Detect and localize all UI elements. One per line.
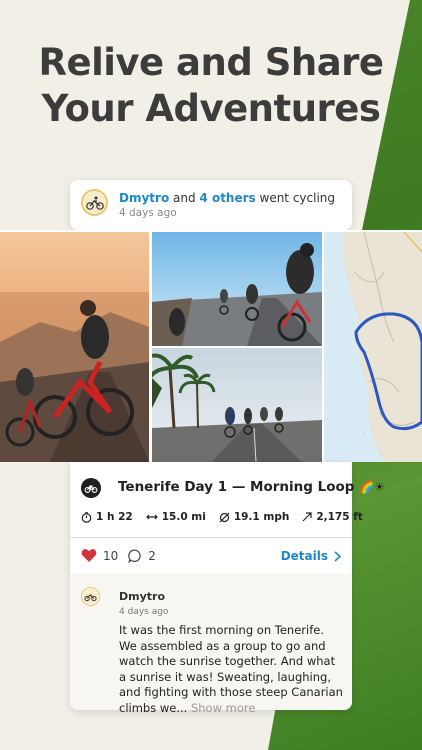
comment-count[interactable]: 2: [148, 549, 156, 563]
divider: [70, 537, 352, 538]
stat-speed-value: 19.1 mph: [233, 511, 290, 523]
user-link[interactable]: Dmytro: [119, 191, 169, 205]
ride-title-text: Tenerife Day 1 — Morning Loop: [118, 479, 355, 495]
chevron-right-icon: [334, 550, 341, 562]
comment-text: It was the first morning on Tenerife. We…: [119, 623, 345, 716]
comment-author[interactable]: Dmytro: [119, 590, 165, 603]
avatar[interactable]: [81, 189, 108, 216]
show-more-link[interactable]: Show more: [191, 701, 255, 715]
page-headline: Relive and Share Your Adventures: [0, 40, 422, 132]
stopwatch-icon: [81, 511, 92, 523]
ride-card[interactable]: Tenerife Day 1 — Morning Loop 🌈☀ 1 h 22 …: [70, 462, 385, 715]
headline-line-1: Relive and Share: [38, 41, 384, 84]
stat-speed: 19.1 mph: [219, 511, 290, 523]
details-label: Details: [280, 549, 328, 563]
stat-duration: 1 h 22: [81, 511, 133, 523]
heart-icon[interactable]: [81, 548, 97, 563]
stat-elevation: 2,175 ft: [302, 511, 363, 523]
comment-avatar[interactable]: [81, 587, 100, 606]
others-link[interactable]: 4 others: [199, 191, 255, 205]
like-count[interactable]: 10: [103, 549, 118, 563]
bike-icon: [81, 478, 101, 498]
cyclist-avatar-icon: [83, 191, 106, 214]
average-speed-icon: [219, 512, 230, 522]
photo-cyclists-road[interactable]: [152, 232, 322, 346]
distance-arrows-icon: [145, 514, 158, 520]
activity-header-card[interactable]: Dmytro and 4 others went cycling 4 days …: [70, 180, 352, 230]
ride-stats: 1 h 22 15.0 mi 19.1 mph 2,175 ft: [81, 511, 363, 523]
stat-distance-value: 15.0 mi: [161, 511, 206, 523]
activity-timestamp: 4 days ago: [119, 207, 177, 219]
photo-palm-road[interactable]: [152, 348, 322, 462]
comment-section: Dmytro 4 days ago It was the first morni…: [70, 574, 352, 715]
headline-line-2: Your Adventures: [41, 87, 381, 130]
stat-duration-value: 1 h 22: [96, 511, 133, 523]
details-link[interactable]: Details: [281, 549, 341, 563]
photo-collage: · ·: [0, 230, 422, 462]
and-text: and: [173, 191, 196, 205]
cyclist-avatar-icon: [83, 589, 98, 604]
activity-summary: Dmytro and 4 others went cycling: [119, 191, 335, 205]
elevation-arrow-icon: [302, 512, 312, 522]
social-bar: 10 2: [81, 548, 156, 563]
comment-timestamp: 4 days ago: [119, 607, 169, 617]
rainbow-sun-emoji: 🌈☀: [359, 480, 385, 494]
ride-title[interactable]: Tenerife Day 1 — Morning Loop 🌈☀: [118, 479, 385, 495]
stat-distance: 15.0 mi: [145, 511, 206, 523]
stat-elevation-value: 2,175 ft: [316, 511, 363, 523]
photo-cyclists-sunset[interactable]: [0, 232, 149, 462]
route-map[interactable]: · ·: [324, 232, 422, 462]
action-text: went cycling: [259, 191, 336, 205]
comment-bubble-icon[interactable]: [128, 549, 142, 563]
